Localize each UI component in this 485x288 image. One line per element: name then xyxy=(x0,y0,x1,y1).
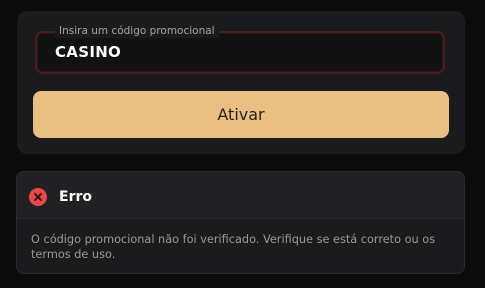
promo-code-label: Insira um código promocional xyxy=(55,24,219,38)
error-message: O código promocional não foi verificado.… xyxy=(31,233,436,261)
promo-code-card: Insira um código promocional Ativar xyxy=(17,11,465,154)
activate-button[interactable]: Ativar xyxy=(33,91,449,138)
error-alert: Erro O código promocional não foi verifi… xyxy=(16,171,465,274)
error-alert-header: Erro xyxy=(17,172,464,219)
promo-code-input[interactable] xyxy=(55,43,425,61)
error-title: Erro xyxy=(59,189,92,205)
promo-code-field[interactable]: Insira um código promocional xyxy=(35,24,445,74)
close-icon xyxy=(29,188,47,206)
